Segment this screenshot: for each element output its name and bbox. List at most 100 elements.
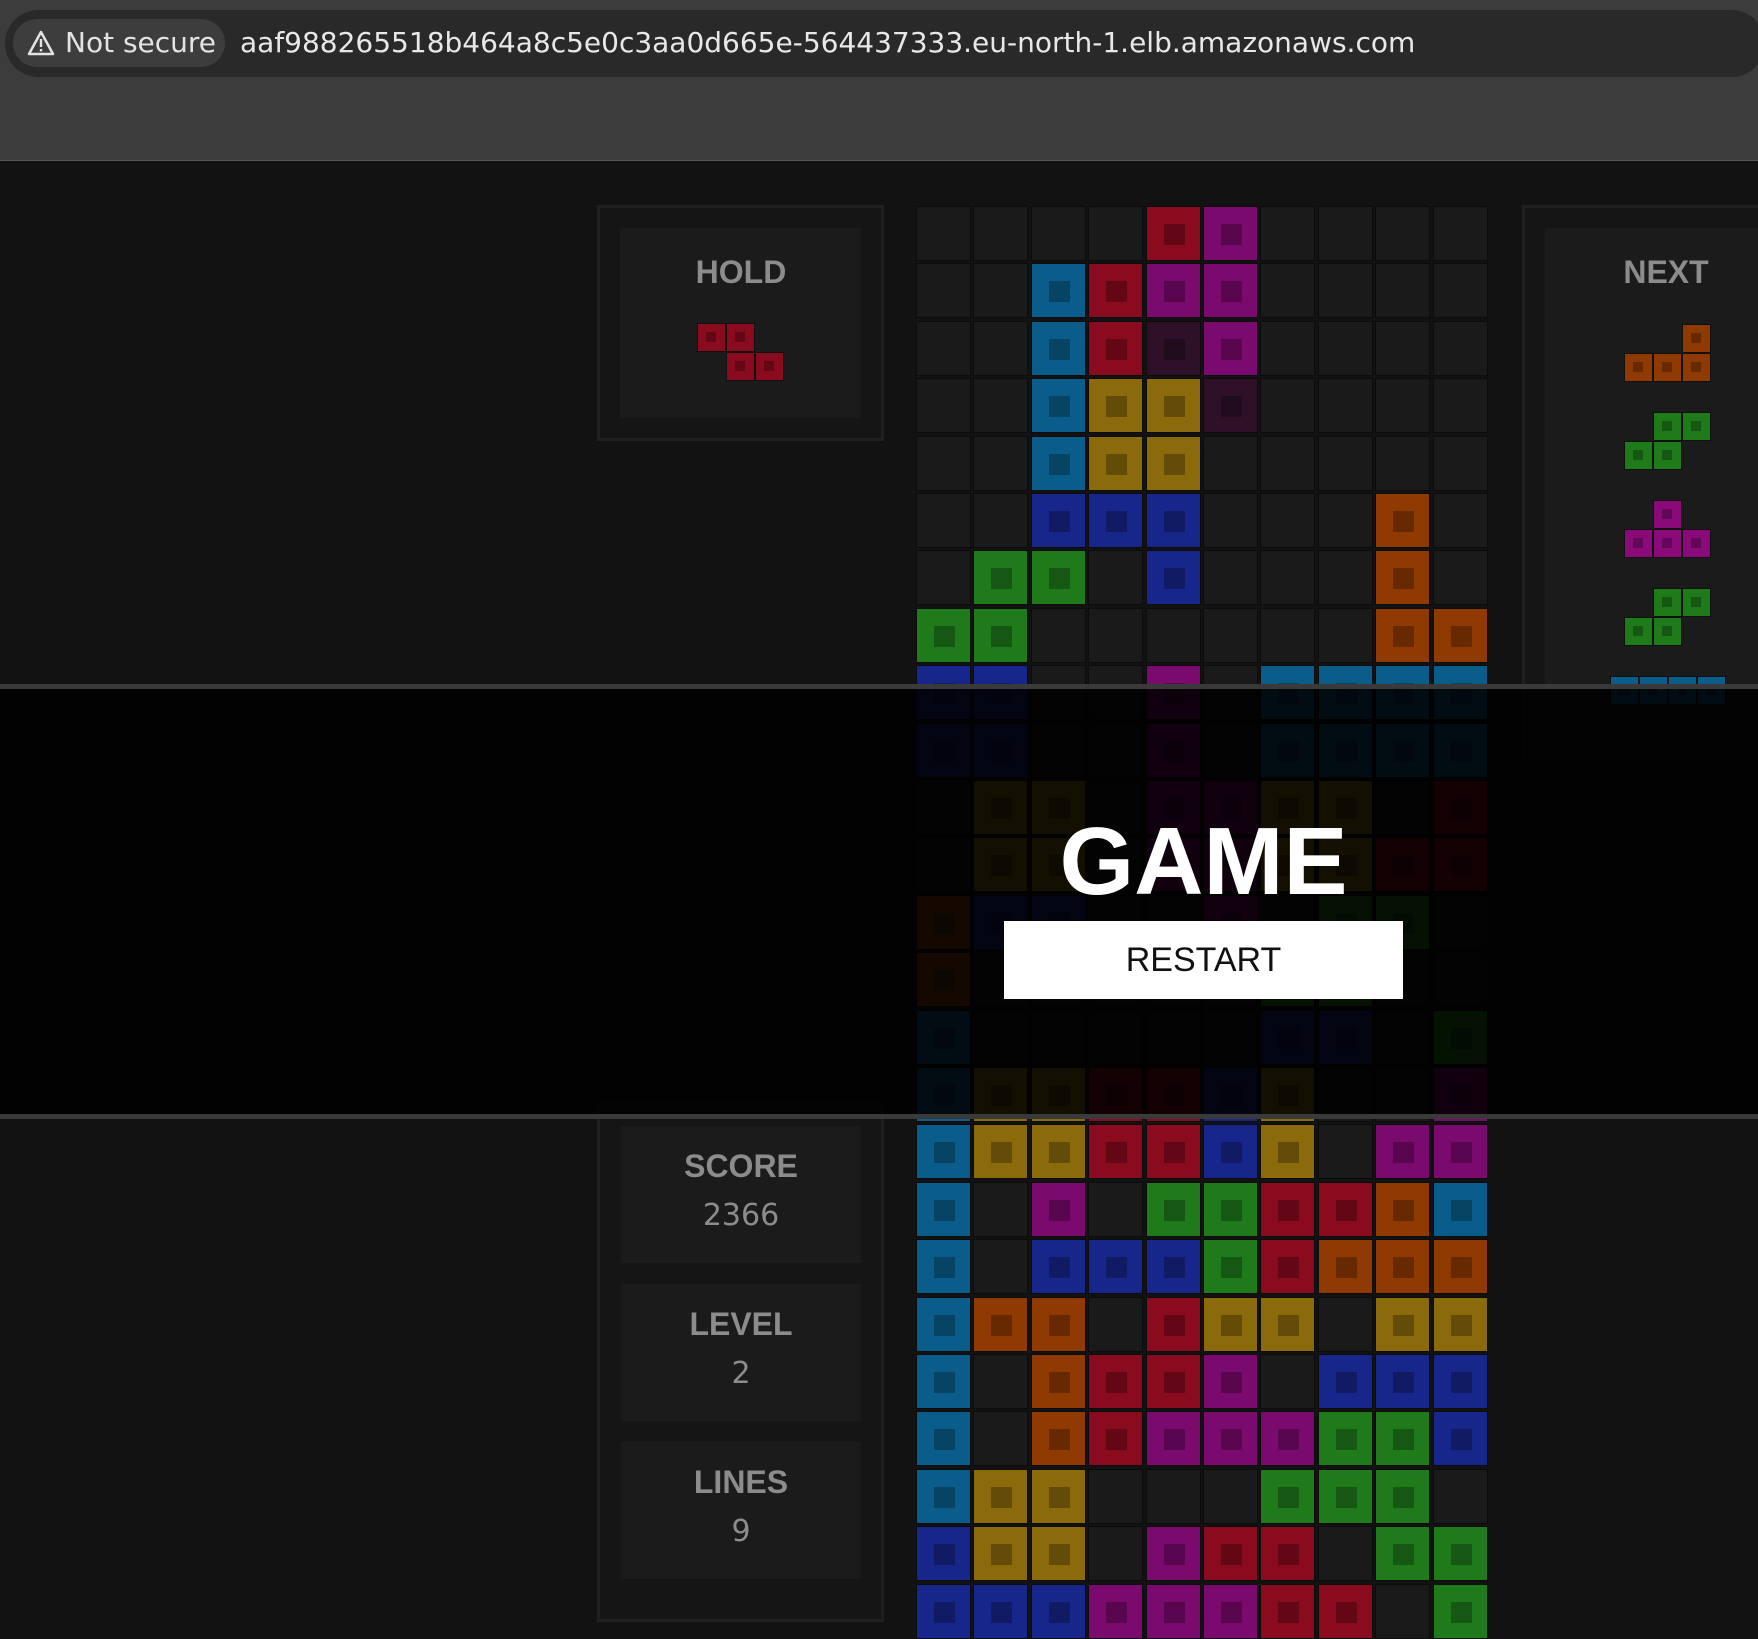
next-piece-block xyxy=(1624,441,1653,470)
block-cell xyxy=(1030,1583,1086,1639)
block-cell xyxy=(1432,1181,1488,1237)
block-cell xyxy=(973,1468,1029,1524)
address-bar[interactable]: Not secure aaf988265518b464a8c5e0c3aa0d6… xyxy=(5,10,1758,77)
empty-cell xyxy=(973,435,1029,491)
block-cell xyxy=(1030,1354,1086,1409)
url-text[interactable]: aaf988265518b464a8c5e0c3aa0d665e-5644373… xyxy=(240,23,1415,63)
empty-cell xyxy=(1317,1526,1373,1582)
block-cell xyxy=(1030,1411,1086,1467)
security-indicator[interactable]: Not secure xyxy=(13,19,225,67)
block-cell xyxy=(1145,1124,1201,1180)
empty-cell xyxy=(916,550,971,606)
next-piece-block xyxy=(1682,588,1711,617)
block-cell xyxy=(916,1526,971,1582)
block-cell xyxy=(1145,1239,1201,1295)
block-cell xyxy=(1203,320,1258,376)
block-cell xyxy=(1375,550,1431,606)
block-cell xyxy=(1375,607,1431,663)
block-cell xyxy=(973,1583,1029,1639)
block-cell xyxy=(916,1296,971,1352)
empty-cell xyxy=(1375,320,1431,376)
next-queue xyxy=(1546,320,1758,710)
block-cell xyxy=(1030,1468,1086,1524)
empty-cell xyxy=(1317,320,1373,376)
next-piece-block xyxy=(1653,441,1682,470)
block-cell xyxy=(1088,1239,1144,1295)
block-cell xyxy=(1375,1468,1431,1524)
empty-cell xyxy=(1432,435,1488,491)
block-cell xyxy=(1145,1354,1201,1409)
empty-cell xyxy=(1203,607,1258,663)
empty-cell xyxy=(973,206,1029,261)
empty-cell xyxy=(1432,493,1488,548)
level-box: LEVEL 2 xyxy=(621,1284,861,1421)
block-cell xyxy=(1030,1181,1086,1237)
level-value: 2 xyxy=(731,1356,751,1391)
security-label: Not secure xyxy=(65,26,217,59)
empty-cell xyxy=(1260,550,1316,606)
block-cell xyxy=(1088,1583,1144,1639)
block-cell xyxy=(1375,493,1431,548)
empty-cell xyxy=(1317,263,1373,319)
empty-cell xyxy=(1088,1468,1144,1524)
empty-cell xyxy=(1317,607,1373,663)
next-title: NEXT xyxy=(1623,254,1709,290)
block-cell xyxy=(1145,1411,1201,1467)
lines-box: LINES 9 xyxy=(621,1442,861,1579)
block-cell xyxy=(1145,206,1201,261)
block-cell xyxy=(1260,1468,1316,1524)
empty-cell xyxy=(1260,607,1316,663)
empty-cell xyxy=(1203,1468,1258,1524)
block-cell xyxy=(1317,1583,1373,1639)
empty-cell xyxy=(1260,435,1316,491)
empty-cell xyxy=(916,435,971,491)
block-cell xyxy=(1432,1239,1488,1295)
block-cell xyxy=(1030,550,1086,606)
block-cell xyxy=(1317,1468,1373,1524)
block-cell xyxy=(1203,1354,1258,1409)
block-cell xyxy=(1088,320,1144,376)
block-cell xyxy=(1145,493,1201,548)
block-cell xyxy=(973,1526,1029,1582)
block-cell xyxy=(1375,1124,1431,1180)
empty-cell xyxy=(973,1411,1029,1467)
block-cell xyxy=(1317,1411,1373,1467)
empty-cell xyxy=(1317,206,1373,261)
block-cell xyxy=(1203,1239,1258,1295)
block-cell xyxy=(1145,1583,1201,1639)
block-cell xyxy=(1088,1411,1144,1467)
block-cell xyxy=(1088,1354,1144,1409)
block-cell xyxy=(916,1468,971,1524)
block-cell xyxy=(1375,1239,1431,1295)
score-box: SCORE 2366 xyxy=(621,1126,861,1263)
hold-title: HOLD xyxy=(695,254,787,290)
block-cell xyxy=(1030,1239,1086,1295)
block-cell xyxy=(1375,1354,1431,1409)
block-cell xyxy=(916,1411,971,1467)
next-piece-block xyxy=(1653,588,1682,617)
block-cell xyxy=(1432,1354,1488,1409)
hold-piece-block xyxy=(726,352,755,381)
block-cell xyxy=(1030,1526,1086,1582)
restart-button[interactable]: RESTART xyxy=(1004,921,1403,999)
empty-cell xyxy=(1030,607,1086,663)
block-cell xyxy=(1145,1296,1201,1352)
block-cell xyxy=(1317,1239,1373,1295)
hold-piece-block xyxy=(726,323,755,352)
block-cell xyxy=(1145,320,1201,376)
empty-cell xyxy=(1432,320,1488,376)
next-piece-block xyxy=(1624,617,1653,646)
empty-cell xyxy=(1203,435,1258,491)
block-cell xyxy=(1203,1411,1258,1467)
block-cell xyxy=(1088,435,1144,491)
empty-cell xyxy=(1375,378,1431,434)
block-cell xyxy=(1088,493,1144,548)
empty-cell xyxy=(1203,493,1258,548)
block-cell xyxy=(1432,607,1488,663)
block-cell xyxy=(1203,206,1258,261)
empty-cell xyxy=(1260,263,1316,319)
warning-icon xyxy=(27,30,55,56)
empty-cell xyxy=(1317,378,1373,434)
block-cell xyxy=(1432,1124,1488,1180)
block-cell xyxy=(973,550,1029,606)
